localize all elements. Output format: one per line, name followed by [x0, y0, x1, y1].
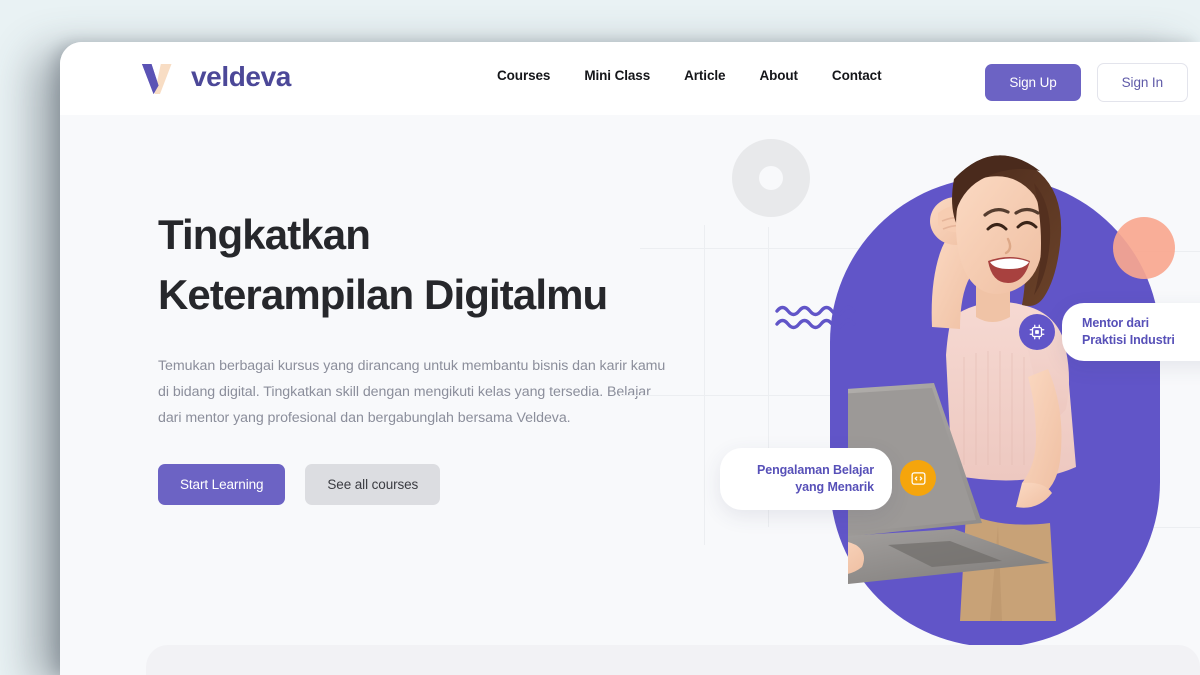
hero-description: Temukan berbagai kursus yang dirancang u… [158, 357, 666, 426]
code-window-icon [900, 460, 936, 496]
badge-experience-card[interactable]: Pengalaman Belajar yang Menarik [720, 448, 892, 510]
badge-experience-text: Pengalaman Belajar yang Menarik [757, 462, 874, 497]
hero-section: Tingkatkan Keterampilan Digitalmu Temuka… [60, 115, 1200, 675]
site-header: veldeva Courses Mini Class Article About… [60, 42, 1200, 115]
veldeva-v-logo-icon [138, 56, 180, 98]
hero-title-line-2: Keterampilan Digitalmu [158, 271, 608, 319]
chip-icon [1019, 314, 1055, 350]
decorative-ring [732, 139, 810, 217]
brand-logo[interactable]: veldeva [138, 56, 291, 98]
nav-link-about[interactable]: About [759, 68, 798, 83]
auth-actions: Sign Up Sign In [985, 63, 1188, 102]
hero-illustration: Mentor dari Praktisi Industri Pengalaman… [620, 115, 1200, 675]
badge-mentor-card[interactable]: Mentor dari Praktisi Industri [1062, 303, 1200, 361]
next-section-card [146, 645, 1200, 675]
nav-link-courses[interactable]: Courses [497, 68, 550, 83]
brand-name: veldeva [191, 61, 291, 92]
sign-up-button[interactable]: Sign Up [985, 64, 1081, 101]
badge-mentor-line-1: Mentor dari [1082, 315, 1149, 330]
grid-line-v1 [704, 225, 705, 545]
badge-mentor-line-2: Praktisi Industri [1082, 333, 1175, 347]
nav-link-contact[interactable]: Contact [832, 68, 882, 83]
hero-cta-group: Start Learning See all courses [158, 463, 678, 505]
primary-navigation: Courses Mini Class Article About Contact [497, 68, 882, 83]
nav-link-article[interactable]: Article [684, 68, 725, 83]
hero-person-photo [848, 121, 1148, 621]
hero-copy: Tingkatkan Keterampilan Digitalmu Temuka… [158, 205, 678, 505]
browser-window-card: veldeva Courses Mini Class Article About… [60, 42, 1200, 675]
badge-experience-line-2: yang Menarik [795, 480, 874, 494]
see-all-courses-button[interactable]: See all courses [305, 463, 441, 505]
badge-experience-line-1: Pengalaman Belajar [756, 462, 874, 477]
hero-title-line-1: Tingkatkan [158, 211, 371, 258]
sign-in-button[interactable]: Sign In [1096, 63, 1188, 102]
hero-title: Tingkatkan Keterampilan Digitalmu [158, 205, 678, 326]
badge-mentor-text: Mentor dari Praktisi Industri [1082, 315, 1175, 350]
start-learning-button[interactable]: Start Learning [158, 463, 286, 505]
nav-link-mini-class[interactable]: Mini Class [584, 68, 650, 83]
